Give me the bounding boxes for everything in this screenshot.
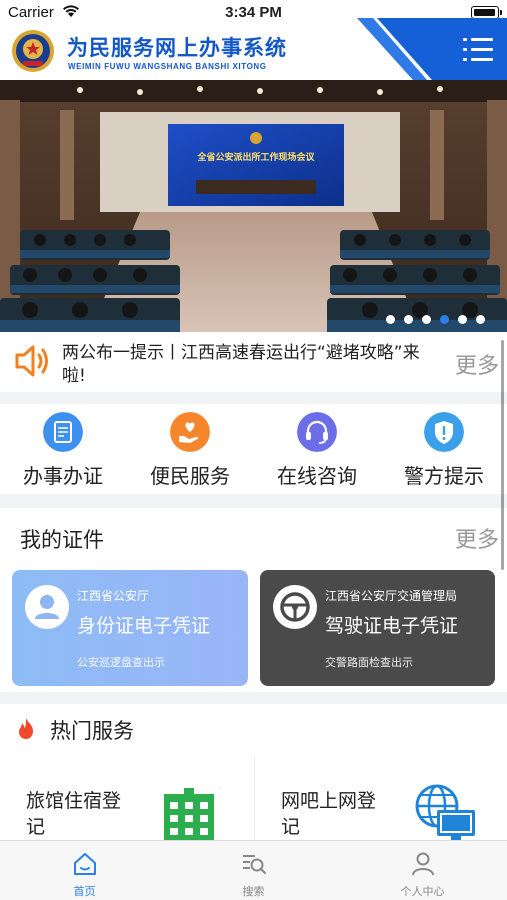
section-title: 热门服务 — [50, 719, 134, 743]
shield-alert-icon — [424, 412, 464, 452]
user-icon — [412, 852, 434, 876]
carousel-dot[interactable] — [458, 315, 467, 324]
tab-label: 首页 — [73, 885, 96, 898]
tab-profile[interactable]: 个人中心 — [338, 841, 507, 900]
document-icon — [43, 412, 83, 452]
carousel-dot[interactable] — [476, 315, 485, 324]
banner-screen-text: 全省公安派出所工作现场会议 — [196, 151, 315, 163]
quick-action-label: 在线咨询 — [277, 464, 357, 488]
my-documents-section: 我的证件 更多 江西省公安厅 身份证电子凭证 公安巡逻盘查出示 江西省公安厅交通… — [0, 508, 507, 692]
quick-action-consult[interactable]: 在线咨询 — [254, 404, 380, 494]
quick-action-label: 便民服务 — [150, 464, 230, 488]
quick-action-label: 警方提示 — [404, 464, 484, 488]
police-emblem-icon — [12, 30, 54, 72]
quick-action-label: 办事办证 — [23, 464, 103, 488]
internet-cafe-icon — [415, 784, 475, 841]
card-issuer: 江西省公安厅交通管理局 — [325, 589, 458, 603]
carousel-dot[interactable] — [404, 315, 413, 324]
quick-actions: 办事办证 便民服务 在线咨询 警方提示 — [0, 404, 507, 494]
service-hotel-registration[interactable]: 旅馆住宿登记 — [0, 756, 252, 848]
banner-image: 全省公安派出所工作现场会议 — [0, 80, 507, 332]
carousel-dot-active[interactable] — [440, 315, 449, 324]
id-card-credential[interactable]: 江西省公安厅 身份证电子凭证 公安巡逻盘查出示 — [12, 570, 248, 686]
search-list-icon — [243, 855, 266, 874]
service-name: 网吧上网登记 — [281, 790, 377, 838]
tab-label: 个人中心 — [400, 885, 445, 898]
notice-more-link[interactable]: 更多 — [455, 348, 499, 380]
card-name: 身份证电子凭证 — [77, 615, 211, 637]
person-icon — [25, 585, 69, 629]
quick-action-documents[interactable]: 办事办证 — [0, 404, 126, 494]
carousel-dots — [386, 315, 485, 324]
carousel-dot[interactable] — [422, 315, 431, 324]
documents-more-link[interactable]: 更多 — [455, 522, 499, 554]
tab-bar: 首页 搜索 个人中心 — [0, 840, 507, 900]
section-title: 我的证件 — [20, 528, 104, 552]
app-title: 为民服务网上办事系统 — [67, 36, 287, 60]
card-name: 驾驶证电子凭证 — [325, 615, 459, 637]
quick-action-police-tips[interactable]: 警方提示 — [381, 404, 507, 494]
banner-carousel[interactable]: 全省公安派出所工作现场会议 — [0, 80, 507, 332]
fire-icon — [19, 718, 33, 739]
tab-search[interactable]: 搜索 — [169, 841, 338, 900]
card-hint: 公安巡逻盘查出示 — [77, 656, 165, 669]
heart-hand-icon — [170, 412, 210, 452]
scrollbar[interactable] — [501, 340, 504, 570]
home-icon — [74, 853, 96, 875]
card-issuer: 江西省公安厅 — [77, 589, 150, 603]
speaker-icon — [15, 345, 48, 377]
tab-home[interactable]: 首页 — [0, 841, 169, 900]
menu-button[interactable] — [463, 36, 493, 64]
tab-label: 搜索 — [242, 885, 265, 898]
app-subtitle: WEIMIN FUWU WANGSHANG BANSHI XITONG — [68, 62, 267, 71]
card-hint: 交警路面检查出示 — [325, 656, 413, 669]
driver-license-credential[interactable]: 江西省公安厅交通管理局 驾驶证电子凭证 交警路面检查出示 — [260, 570, 495, 686]
notice-bar[interactable]: 两公布一提示丨江西高速春运出行“避堵攻略”来啦! 更多 — [0, 332, 507, 392]
quick-action-convenience[interactable]: 便民服务 — [127, 404, 253, 494]
notice-text[interactable]: 两公布一提示丨江西高速春运出行“避堵攻略”来啦! — [62, 342, 422, 388]
service-internet-cafe-registration[interactable]: 网吧上网登记 — [254, 756, 506, 848]
steering-wheel-icon — [273, 585, 317, 629]
headset-icon — [297, 412, 337, 452]
app-header: 为民服务网上办事系统 WEIMIN FUWU WANGSHANG BANSHI … — [0, 18, 507, 80]
hotel-icon — [164, 788, 214, 848]
service-name: 旅馆住宿登记 — [26, 790, 122, 838]
carousel-dot[interactable] — [386, 315, 395, 324]
